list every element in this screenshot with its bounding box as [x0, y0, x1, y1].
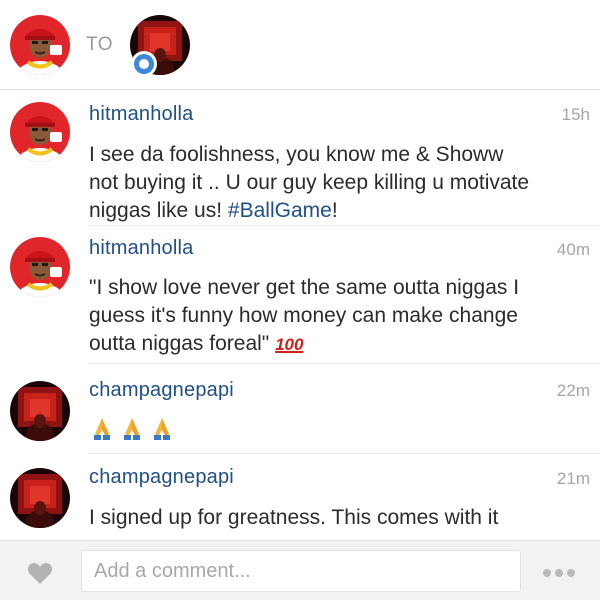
- comment-timestamp: 15h: [561, 105, 590, 124]
- folded-hands-icon: [119, 415, 145, 441]
- hundred-points-emoji: 100: [275, 335, 304, 354]
- comment-timestamp: 40m: [556, 240, 590, 259]
- commenter-avatar[interactable]: [10, 381, 70, 441]
- commenter-avatar[interactable]: [10, 102, 70, 162]
- comment-item: hitmanholla 15h I see da foolishness, yo…: [0, 90, 600, 226]
- commenter-avatar[interactable]: [10, 468, 70, 528]
- commenter-avatar[interactable]: [10, 237, 70, 297]
- comment-text: I signed up for greatness. This comes wi…: [89, 506, 499, 529]
- recipients-bar: TO: [0, 0, 600, 90]
- ring-badge-icon: [131, 51, 157, 77]
- folded-hands-icon: [89, 415, 115, 441]
- sender-avatar[interactable]: [10, 15, 70, 75]
- comment-emoji-row: [89, 415, 175, 441]
- comment-username[interactable]: hitmanholla: [89, 103, 194, 126]
- comment-item: champagnepapi 22m: [0, 364, 600, 454]
- comment-username[interactable]: hitmanholla: [89, 237, 194, 260]
- more-options-icon[interactable]: [543, 569, 575, 577]
- comment-text: I see da foolishness, you know me & Show…: [89, 143, 530, 222]
- comment-input[interactable]: [81, 550, 521, 592]
- to-label: TO: [86, 34, 114, 55]
- folded-hands-icon: [149, 415, 175, 441]
- comment-composer: [0, 540, 600, 600]
- comment-item: champagnepapi 21m I signed up for greatn…: [0, 454, 600, 540]
- heart-icon[interactable]: [27, 561, 53, 585]
- comment-username[interactable]: champagnepapi: [89, 466, 234, 489]
- comment-timestamp: 21m: [556, 469, 590, 488]
- comment-username[interactable]: champagnepapi: [89, 379, 234, 402]
- comment-item: hitmanholla 40m "I show love never get t…: [0, 226, 600, 364]
- comment-text: "I show love never get the same outta ni…: [89, 276, 520, 355]
- hashtag-link[interactable]: #BallGame: [228, 199, 332, 222]
- comment-timestamp: 22m: [556, 381, 590, 400]
